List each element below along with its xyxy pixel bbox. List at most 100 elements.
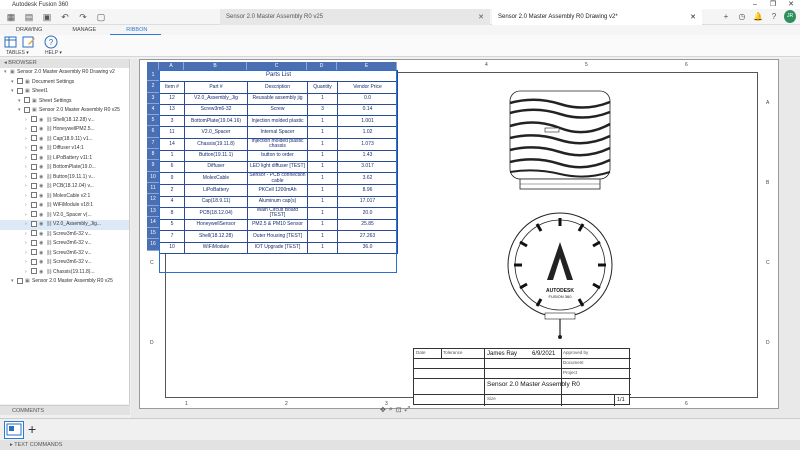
row-header[interactable]: 14 <box>147 216 159 229</box>
table-cell[interactable]: 1.001 <box>336 115 399 128</box>
browser-item[interactable]: ▾ ▣ Sensor 2.0 Master Assembly R0 v25 <box>0 106 129 116</box>
table-cell[interactable]: LED light diffuser [TEST] <box>247 161 308 174</box>
table-cell[interactable]: 1 <box>307 195 338 208</box>
row-header[interactable]: 10 <box>147 171 159 183</box>
table-title-row[interactable]: Parts List <box>158 69 399 83</box>
table-cell[interactable]: 36.0 <box>336 241 399 254</box>
edit-table-icon[interactable] <box>22 35 36 49</box>
eye-icon[interactable]: ◉ <box>39 116 46 126</box>
table-cell[interactable]: 20.0 <box>336 206 399 220</box>
tab-drawing[interactable]: Sensor 2.0 Master Assembly R0 Drawing v2… <box>492 9 702 25</box>
browser-item[interactable]: › ◉ ⛓Diffuser v14:1 <box>0 144 129 154</box>
table-cell[interactable]: 27.263 <box>336 230 399 243</box>
eye-icon[interactable]: ◉ <box>39 249 46 259</box>
column-header-c[interactable]: C <box>247 62 307 70</box>
row-header[interactable]: 16 <box>147 239 159 251</box>
header-part[interactable]: Part # <box>184 81 248 94</box>
browser-item[interactable]: › ◉ ⛓Screw3m6-32 v... <box>0 239 129 249</box>
table-cell[interactable]: PCB(18.12.04) <box>184 206 248 220</box>
table-cell[interactable]: 1.02 <box>336 126 399 139</box>
table-cell[interactable]: IOT Upgrade [TEST] <box>247 241 308 254</box>
eye-icon[interactable]: ◉ <box>39 258 46 268</box>
browser-item[interactable]: ▾ ▣ Sensor 2.0 Master Assembly R0 v25 <box>0 277 129 287</box>
maximize-icon[interactable]: ❐ <box>764 0 782 9</box>
visibility-checkbox[interactable] <box>24 97 30 104</box>
avatar[interactable]: JR <box>784 10 796 23</box>
table-row[interactable]: 14 Chassis(19.11.8) Injection molded plast… <box>159 137 399 151</box>
table-cell[interactable]: 3 <box>159 115 185 128</box>
redo-icon[interactable]: ↷ <box>76 10 90 24</box>
visibility-checkbox[interactable] <box>31 144 37 151</box>
table-cell[interactable]: 1 <box>307 126 338 139</box>
visibility-checkbox[interactable] <box>17 78 23 85</box>
table-row[interactable]: 13 Screw3m6-32 Screw 3 0.14 <box>159 103 399 117</box>
table-cell[interactable]: 1 <box>307 115 338 128</box>
table-row[interactable]: 2 LiPoBattery PKCell 1200mAh 1 8.96 <box>159 184 399 197</box>
table-row[interactable]: 11 V2.0_Spacer Internal Spacer 1 1.02 <box>159 126 399 139</box>
row-header[interactable]: 2 <box>147 81 159 93</box>
table-cell[interactable]: Outer Housing [TEST] <box>247 230 308 243</box>
eye-icon[interactable]: ◉ <box>39 192 46 202</box>
visibility-checkbox[interactable] <box>31 249 37 256</box>
browser-item[interactable]: › ◉ ⛓LiPoBattery v11:1 <box>0 154 129 164</box>
table-cell[interactable]: PM2.5 & PM10 Sensor <box>247 218 308 232</box>
table-cell[interactable]: 4 <box>159 195 185 208</box>
eye-icon[interactable]: ◉ <box>39 173 46 183</box>
visibility-checkbox[interactable] <box>31 211 37 218</box>
column-header-d[interactable]: D <box>307 62 337 70</box>
browser-item[interactable]: › ◉ ⛓Screw3m6-32 v... <box>0 230 129 240</box>
table-cell[interactable]: 1 <box>307 172 338 186</box>
table-cell[interactable]: 10 <box>159 241 185 254</box>
visibility-checkbox[interactable] <box>31 125 37 132</box>
table-cell[interactable]: 3.017 <box>336 161 399 174</box>
eye-icon[interactable]: ◉ <box>39 154 46 164</box>
row-header[interactable]: 4 <box>147 103 159 116</box>
table-cell[interactable]: 1 <box>307 241 338 254</box>
row-header[interactable]: 11 <box>147 182 159 195</box>
table-row[interactable]: 8 PCB(18.12.04) Main Circuit Board [TEST] 1… <box>159 206 399 220</box>
row-header[interactable]: 3 <box>147 92 159 104</box>
column-header-b[interactable]: B <box>184 62 247 70</box>
eye-icon[interactable]: ◉ <box>39 239 46 249</box>
table-row[interactable]: 1 Button(19.11.1) button to order 1 1.43 <box>159 149 399 163</box>
row-header[interactable]: 6 <box>147 126 159 138</box>
visibility-checkbox[interactable] <box>31 258 37 265</box>
table-row[interactable]: 6 Diffuser LED light diffuser [TEST] 1 3.017 <box>159 161 399 174</box>
table-cell[interactable]: 1 <box>307 184 338 197</box>
visibility-checkbox[interactable] <box>31 163 37 170</box>
browser-item[interactable]: › ◉ ⛓BottomPlate(19.0... <box>0 163 129 173</box>
row-header[interactable]: 8 <box>147 149 159 161</box>
visibility-checkbox[interactable] <box>31 239 37 246</box>
browser-item[interactable]: › ◉ ⛓WiFiModule v18:1 <box>0 201 129 211</box>
visibility-checkbox[interactable] <box>24 106 30 113</box>
corner-cell[interactable] <box>147 62 159 70</box>
table-cell[interactable]: Diffuser <box>184 161 248 174</box>
table-cell[interactable]: Chassis(19.11.8) <box>184 137 248 151</box>
visibility-checkbox[interactable] <box>31 182 37 189</box>
table-cell[interactable]: 3.62 <box>336 172 399 186</box>
table-cell[interactable]: 2 <box>159 184 185 197</box>
table-cell[interactable]: 14 <box>159 137 185 151</box>
eye-icon[interactable]: ◉ <box>39 220 46 230</box>
tables-group-label[interactable]: TABLES ▾ <box>6 50 29 56</box>
visibility-checkbox[interactable] <box>17 87 23 94</box>
table-row[interactable]: 12 V2.0_Assembly_Jig Reusable assembly jig… <box>159 92 399 105</box>
browser-item[interactable]: › ◉ ⛓Chassis(19.11.8)... <box>0 268 129 278</box>
visibility-checkbox[interactable] <box>17 277 23 284</box>
tab-drawing-mode[interactable]: DRAWING <box>0 25 56 35</box>
help-circle-icon[interactable]: ? <box>44 35 58 49</box>
table-cell[interactable]: Sensor - PCB connection cable <box>247 172 308 186</box>
table-cell[interactable]: 1.43 <box>336 149 399 163</box>
table-cell[interactable]: Injection molded plastic chassis <box>247 137 308 151</box>
table-cell[interactable]: BottomPlate(19.04.16) <box>184 115 248 128</box>
parts-list-table[interactable]: A B C D E 1 2 3 4 5 6 7 8 9 10 11 12 13 14 15 16 Parts … <box>147 62 399 273</box>
column-header-e[interactable]: E <box>337 62 397 70</box>
close-tab-icon[interactable]: ✕ <box>478 13 484 21</box>
notifications-icon[interactable]: 🔔 <box>752 10 764 23</box>
table-cell[interactable]: button to order <box>247 149 308 163</box>
table-cell[interactable]: Cap(18.9.11) <box>184 195 248 208</box>
table-cell[interactable]: Main Circuit Board [TEST] <box>247 206 308 220</box>
table-row[interactable]: 10 WiFiModule IOT Upgrade [TEST] 1 36.0 <box>159 241 399 254</box>
visibility-checkbox[interactable] <box>31 192 37 199</box>
grid-icon[interactable]: ▦ <box>4 10 18 24</box>
